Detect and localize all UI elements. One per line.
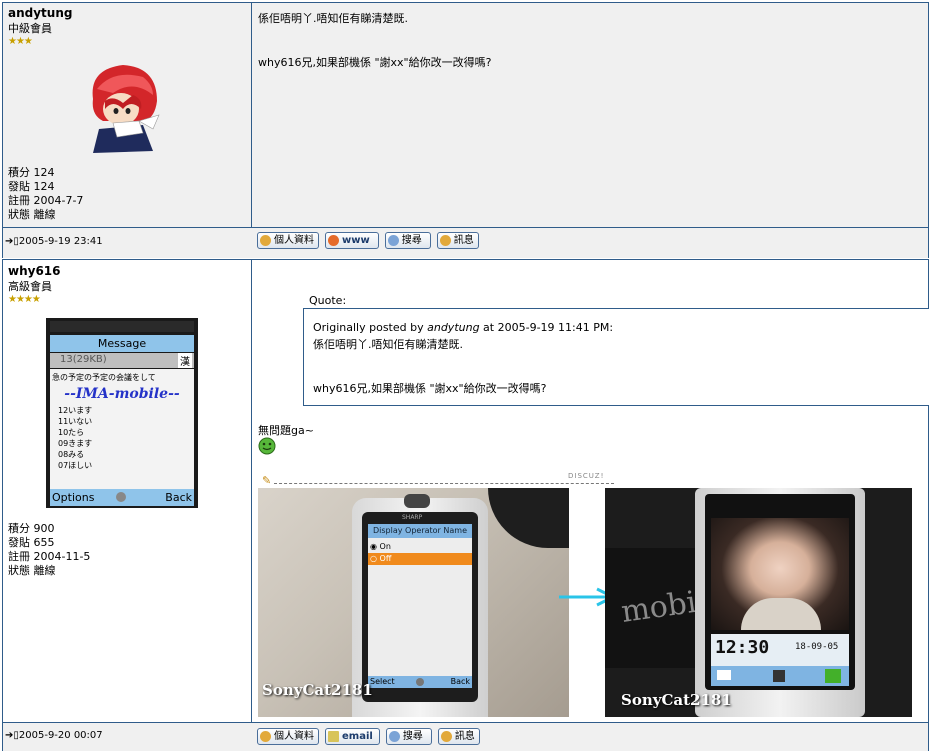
soft-right: Back	[450, 677, 470, 686]
forum-thread: andytung 中級會員 ★★★ 積分 124 發貼 124 註冊 2004-…	[0, 0, 929, 753]
handset-brand: SHARP	[402, 514, 423, 521]
rank-stars: ★★★★	[8, 294, 41, 305]
stat-posts: 發貼 655	[8, 536, 55, 549]
handset-body: 12:30 18-09-05	[695, 488, 865, 717]
username[interactable]: why616	[8, 264, 61, 278]
post-body: 係佢唔明丫.唔知佢有睇清楚既. why616兄,如果部機係 "謝xx"給你改一改…	[252, 3, 928, 227]
reply-text: 無問題ga~	[258, 424, 314, 437]
post-why616: why616 高級會員 ★★★★ Message 13(29KB) 漢 急の予定…	[2, 259, 929, 751]
quote-line: why616兄,如果部機係 "謝xx"給你改一改得嗎?	[313, 382, 547, 395]
phone-photo-2[interactable]: mobile 12:30 18-09-05 SonyCat2181	[605, 488, 912, 717]
profile-button[interactable]: 個人資料	[257, 728, 319, 745]
www-button[interactable]: www	[325, 232, 379, 249]
search-icon	[387, 235, 399, 246]
stat-registered: 註冊 2004-11-5	[8, 550, 91, 563]
center-key-icon	[416, 678, 424, 686]
user-panel: andytung 中級會員 ★★★ 積分 124 發貼 124 註冊 2004-…	[3, 3, 252, 227]
users-icon	[260, 731, 271, 742]
user-stats: 積分 124 發貼 124 註冊 2004-7-7 狀態 離線	[8, 166, 83, 222]
avatar-soft-left: Options	[52, 491, 95, 504]
post-actions: 個人資料 email 搜尋 訊息	[257, 728, 480, 745]
avatar-list: 12います 11いない 10たら 09きます 08みる 07ほしい	[58, 406, 93, 470]
user-stats: 積分 900 發貼 655 註冊 2004-11-5 狀態 離線	[8, 522, 90, 578]
discuz-divider	[274, 483, 614, 484]
users-icon	[439, 235, 451, 246]
post-footer: ➔▯2005-9-20 00:07 個人資料 email 搜尋 訊息	[3, 722, 928, 751]
post-andytung: andytung 中級會員 ★★★ 積分 124 發貼 124 註冊 2004-…	[2, 2, 929, 258]
quote-label: Quote:	[309, 294, 347, 307]
radio-icon: ○	[370, 554, 377, 563]
search-button[interactable]: 搜尋	[384, 232, 431, 249]
message-line: why616兄,如果部機係 "謝xx"給你改一改得嗎?	[258, 56, 492, 69]
quote-intro: Originally posted by andytung at 2005-9-…	[313, 321, 614, 334]
avatar: Message 13(29KB) 漢 急の予定の予定の会議をして --IMA-m…	[46, 318, 198, 508]
username[interactable]: andytung	[8, 6, 72, 20]
avatar	[92, 65, 160, 153]
user-rank: 高級會員	[8, 280, 52, 293]
profile-button[interactable]: 個人資料	[257, 232, 319, 249]
stat-points: 積分 900	[8, 522, 55, 535]
avatar-kanji: 漢	[178, 353, 192, 368]
cable-shadow	[488, 488, 569, 548]
post-arrow-icon: ➔▯	[5, 236, 19, 247]
post-footer: ➔▯2005-9-19 23:41 個人資料 www 搜尋 訊息	[3, 227, 928, 258]
option-on: ◉ On	[370, 542, 391, 551]
stat-status: 狀態 離線	[8, 564, 56, 577]
photo-caption: SonyCat2181	[621, 691, 732, 709]
home-icon	[328, 235, 339, 246]
scarf	[741, 598, 821, 630]
discuz-mark: DISCUZ!	[568, 472, 605, 480]
avatar-header: Message	[50, 335, 194, 352]
radio-icon: ◉	[370, 542, 377, 551]
search-button[interactable]: 搜尋	[385, 728, 432, 745]
stat-status: 狀態 離線	[8, 208, 56, 221]
pencil-icon: ✎	[262, 474, 272, 487]
search-icon	[388, 731, 400, 742]
avatar-watermark: --IMA-mobile--	[64, 386, 180, 402]
message-line: 係佢唔明丫.唔知佢有睇清楚既.	[258, 12, 408, 25]
user-rank: 中級會員	[8, 22, 52, 35]
email-icon	[328, 731, 339, 742]
users-icon	[260, 235, 271, 246]
photo-caption: SonyCat2181	[262, 681, 373, 699]
avatar-text: 急の予定の予定の会議をして	[52, 373, 156, 382]
message-button[interactable]: 訊息	[437, 728, 480, 745]
option-off: ○ Off	[368, 553, 472, 565]
menu-icon	[773, 670, 785, 682]
soft-left: Select	[370, 677, 395, 686]
post-actions: 個人資料 www 搜尋 訊息	[257, 232, 479, 249]
imode-icon	[825, 669, 841, 683]
phone-photo-1[interactable]: SHARP Display Operator Name ◉ On ○ Off S…	[258, 488, 569, 717]
post-arrow-icon: ➔▯	[5, 730, 19, 741]
avatar-status-bar	[50, 321, 194, 332]
avatar-center-key-icon	[116, 492, 126, 502]
avatar-sub: 13(29KB)	[60, 354, 107, 365]
clock: 12:30	[715, 637, 770, 658]
camera-lens	[404, 494, 430, 508]
post-time: ➔▯2005-9-19 23:41	[5, 236, 103, 247]
message-button[interactable]: 訊息	[436, 232, 479, 249]
menu-title: Display Operator Name	[368, 524, 472, 538]
date: 18-09-05	[795, 642, 839, 652]
rank-stars: ★★★	[8, 36, 33, 47]
smiley-icon	[258, 437, 276, 455]
avatar-soft-right: Back	[165, 491, 192, 504]
stat-registered: 註冊 2004-7-7	[8, 194, 84, 207]
mail-icon	[717, 670, 731, 680]
quote-line: 係佢唔明丫.唔知佢有睇清楚既.	[313, 338, 463, 351]
email-button[interactable]: email	[325, 728, 380, 745]
stat-points: 積分 124	[8, 166, 55, 179]
stat-posts: 發貼 124	[8, 180, 55, 193]
quote-box: Originally posted by andytung at 2005-9-…	[303, 308, 929, 406]
post-body: Quote: Originally posted by andytung at …	[252, 260, 929, 722]
wallpaper-photo	[711, 518, 849, 630]
quote-author[interactable]: andytung	[427, 321, 479, 334]
post-time: ➔▯2005-9-20 00:07	[5, 730, 103, 741]
users-icon	[440, 731, 452, 742]
user-panel: why616 高級會員 ★★★★ Message 13(29KB) 漢 急の予定…	[3, 260, 252, 722]
